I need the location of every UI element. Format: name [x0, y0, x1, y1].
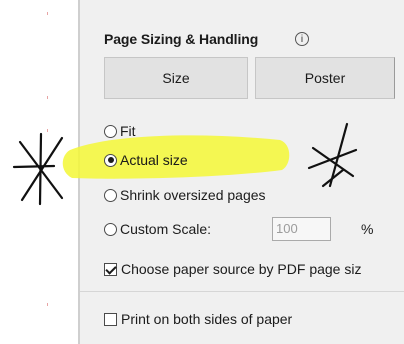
custom-scale-input[interactable]: 100	[272, 217, 331, 241]
page-sizing-panel: Page Sizing & Handling i Size Poster Fit…	[80, 0, 404, 344]
preview-strip	[0, 0, 78, 344]
both-sides-checkbox[interactable]	[104, 312, 117, 326]
poster-button-label: Poster	[304, 70, 346, 86]
paper-source-label: Choose paper source by PDF page siz	[121, 261, 362, 277]
actual-size-radio[interactable]	[104, 153, 117, 167]
size-button-label: Size	[162, 70, 190, 86]
paper-source-option[interactable]: Choose paper source by PDF page siz	[104, 261, 361, 277]
section-divider	[80, 291, 404, 292]
actual-size-label: Actual size	[120, 152, 188, 168]
shrink-radio-option[interactable]: Shrink oversized pages	[104, 187, 266, 203]
poster-button[interactable]: Poster	[255, 57, 395, 99]
shrink-radio[interactable]	[104, 188, 117, 202]
both-sides-label: Print on both sides of paper	[121, 311, 293, 327]
margin-marker	[47, 129, 48, 132]
fit-radio[interactable]	[104, 124, 117, 138]
section-title: Page Sizing & Handling	[104, 31, 259, 47]
percent-unit: %	[361, 221, 374, 237]
custom-scale-label: Custom Scale:	[120, 221, 212, 237]
margin-marker	[47, 303, 48, 306]
margin-marker	[47, 12, 48, 15]
both-sides-option[interactable]: Print on both sides of paper	[104, 311, 292, 327]
shrink-label: Shrink oversized pages	[120, 187, 266, 203]
size-button[interactable]: Size	[104, 57, 248, 99]
margin-marker	[47, 96, 48, 99]
fit-radio-option[interactable]: Fit	[104, 123, 136, 139]
custom-scale-radio[interactable]	[104, 222, 117, 236]
actual-size-radio-option[interactable]: Actual size	[104, 152, 188, 168]
print-dialog-crop: Page Sizing & Handling i Size Poster Fit…	[0, 0, 404, 344]
fit-label: Fit	[120, 123, 136, 139]
info-icon[interactable]: i	[295, 32, 309, 46]
paper-source-checkbox[interactable]	[104, 262, 117, 276]
custom-scale-radio-option[interactable]: Custom Scale:	[104, 221, 211, 237]
